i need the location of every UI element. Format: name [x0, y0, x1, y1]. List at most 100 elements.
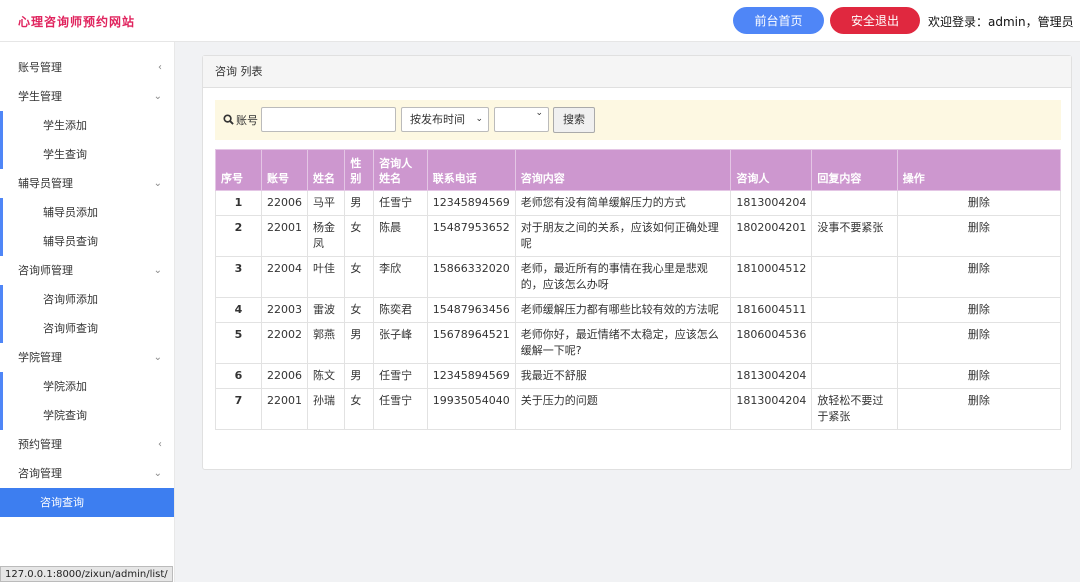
cell-gender: 男 — [344, 322, 375, 364]
delete-link[interactable]: 删除 — [896, 215, 1062, 257]
sidebar-item-college[interactable]: 学院管理 ⌄ — [0, 343, 174, 372]
cell-name: 杨金凤 — [307, 215, 346, 257]
cell-consultant: 1813004204 — [730, 190, 813, 216]
sidebar-item-student[interactable]: 学生管理 ⌄ — [0, 82, 174, 111]
logout-button[interactable]: 安全退出 — [830, 7, 920, 34]
sidebar-item-student-add[interactable]: 学生添加 — [0, 111, 174, 140]
col-header: 咨询内容 — [514, 149, 732, 191]
sidebar-item-consult-query[interactable]: 咨询查询 — [0, 488, 174, 517]
cell-account: 22004 — [261, 256, 309, 298]
search-icon — [223, 114, 234, 125]
cell-index: 4 — [214, 297, 263, 323]
cell-phone: 15487953652 — [426, 215, 516, 257]
cell-consultant-name: 李欣 — [373, 256, 428, 298]
cell-gender: 女 — [344, 256, 375, 298]
cell-reply: 放轻松不要过于紧张 — [811, 388, 898, 430]
cell-consultant: 1816004511 — [730, 297, 813, 323]
sidebar-item-consult[interactable]: 咨询管理 ⌄ — [0, 459, 174, 488]
cell-reply — [811, 322, 898, 364]
delete-link[interactable]: 删除 — [896, 256, 1062, 298]
cell-name: 雷波 — [307, 297, 346, 323]
cell-consultant: 1806004536 — [730, 322, 813, 364]
search-label-text: 账号 — [236, 114, 258, 127]
sidebar: 账号管理 ‹ 学生管理 ⌄ 学生添加 学生查询 辅导员管理 ⌄ 辅导员添加 辅导员查询… — [0, 42, 175, 582]
cell-index: 7 — [214, 388, 263, 430]
table-row: 7 22001 孙瑞 女 任雪宁 19935054040 关于压力的问题 181… — [214, 388, 1062, 430]
sidebar-item-college-query[interactable]: 学院查询 — [0, 401, 174, 430]
cell-phone: 15487963456 — [426, 297, 516, 323]
cell-index: 6 — [214, 363, 263, 389]
col-header: 序号 — [214, 149, 263, 191]
welcome-text: 欢迎登录：admin，管理员 — [928, 15, 1074, 29]
cell-reply — [811, 297, 898, 323]
cell-consultant: 1813004204 — [730, 363, 813, 389]
search-label: 账号 — [223, 112, 258, 128]
top-bar: 心理咨询师预约网站 前台首页 安全退出 欢迎登录：admin，管理员 — [0, 0, 1080, 42]
sidebar-item-consultant-add[interactable]: 咨询师添加 — [0, 285, 174, 314]
sidebar-item-label: 学院查询 — [43, 409, 87, 422]
chevron-down-icon: ⌄ — [475, 114, 483, 124]
chevron-down-icon: ⌄ — [153, 352, 162, 363]
cell-consultant-name: 张子峰 — [373, 322, 428, 364]
sidebar-item-appointment[interactable]: 预约管理 ‹ — [0, 430, 174, 459]
sidebar-item-counselor-add[interactable]: 辅导员添加 — [0, 198, 174, 227]
cell-name: 叶佳 — [307, 256, 346, 298]
delete-link[interactable]: 删除 — [896, 363, 1062, 389]
sidebar-item-label: 学院管理 — [18, 351, 62, 364]
cell-account: 22001 — [261, 388, 309, 430]
col-header: 咨询人姓名 — [373, 149, 428, 191]
table-row: 3 22004 叶佳 女 李欣 15866332020 老师，最近所有的事情在我… — [214, 256, 1062, 298]
chevron-down-icon: ⌄ — [535, 108, 543, 118]
cell-gender: 女 — [344, 215, 375, 257]
cell-gender: 女 — [344, 388, 375, 430]
sidebar-item-student-query[interactable]: 学生查询 — [0, 140, 174, 169]
sidebar-item-label: 账号管理 — [18, 61, 62, 74]
cell-content: 老师，最近所有的事情在我心里是悲观的，应该怎么办呀 — [514, 256, 732, 298]
sidebar-item-college-add[interactable]: 学院添加 — [0, 372, 174, 401]
delete-link[interactable]: 删除 — [896, 388, 1062, 430]
consult-table: 序号 账号 姓名 性别 咨询人姓名 联系电话 咨询内容 咨询人 回复内容 操作 … — [214, 149, 1062, 430]
site-title[interactable]: 心理咨询师预约网站 — [18, 13, 135, 30]
chevron-down-icon: ⌄ — [153, 178, 162, 189]
sort-select[interactable]: 按发布时间 ⌄ — [401, 107, 489, 132]
sidebar-item-consultant-query[interactable]: 咨询师查询 — [0, 314, 174, 343]
cell-consultant: 1813004204 — [730, 388, 813, 430]
cell-content: 老师您有没有简单缓解压力的方式 — [514, 190, 732, 216]
account-search-input[interactable] — [261, 107, 396, 132]
sidebar-item-consultant[interactable]: 咨询师管理 ⌄ — [0, 256, 174, 285]
home-button[interactable]: 前台首页 — [733, 7, 824, 34]
cell-gender: 男 — [344, 363, 375, 389]
panel-title: 咨询 列表 — [203, 56, 1071, 88]
sidebar-item-counselor[interactable]: 辅导员管理 ⌄ — [0, 169, 174, 198]
filter-select[interactable]: ⌄ — [494, 107, 549, 132]
cell-phone: 15678964521 — [426, 322, 516, 364]
cell-reply — [811, 363, 898, 389]
cell-index: 2 — [214, 215, 263, 257]
cell-content: 老师你好，最近情绪不太稳定，应该怎么缓解一下呢? — [514, 322, 732, 364]
delete-link[interactable]: 删除 — [896, 190, 1062, 216]
sidebar-item-label: 学生添加 — [43, 119, 87, 132]
delete-link[interactable]: 删除 — [896, 322, 1062, 364]
cell-account: 22003 — [261, 297, 309, 323]
col-header: 咨询人 — [730, 149, 813, 191]
sidebar-item-label: 咨询师管理 — [18, 264, 73, 277]
cell-consultant-name: 陈奕君 — [373, 297, 428, 323]
cell-consultant-name: 任雪宁 — [373, 190, 428, 216]
sidebar-item-label: 学生管理 — [18, 90, 62, 103]
sidebar-item-label: 学生查询 — [43, 148, 87, 161]
cell-name: 陈文 — [307, 363, 346, 389]
cell-gender: 女 — [344, 297, 375, 323]
cell-phone: 12345894569 — [426, 190, 516, 216]
cell-name: 马平 — [307, 190, 346, 216]
table-row: 6 22006 陈文 男 任雪宁 12345894569 我最近不舒服 1813… — [214, 363, 1062, 389]
chevron-down-icon: ⌄ — [153, 91, 162, 102]
sidebar-item-account[interactable]: 账号管理 ‹ — [0, 53, 174, 82]
cell-account: 22006 — [261, 363, 309, 389]
col-header: 联系电话 — [426, 149, 516, 191]
table-row: 4 22003 雷波 女 陈奕君 15487963456 老师缓解压力都有哪些比… — [214, 297, 1062, 323]
sidebar-item-counselor-query[interactable]: 辅导员查询 — [0, 227, 174, 256]
sidebar-item-label: 咨询师添加 — [43, 293, 98, 306]
delete-link[interactable]: 删除 — [896, 297, 1062, 323]
chevron-down-icon: ⌄ — [153, 265, 162, 276]
search-button[interactable]: 搜索 — [553, 107, 595, 133]
